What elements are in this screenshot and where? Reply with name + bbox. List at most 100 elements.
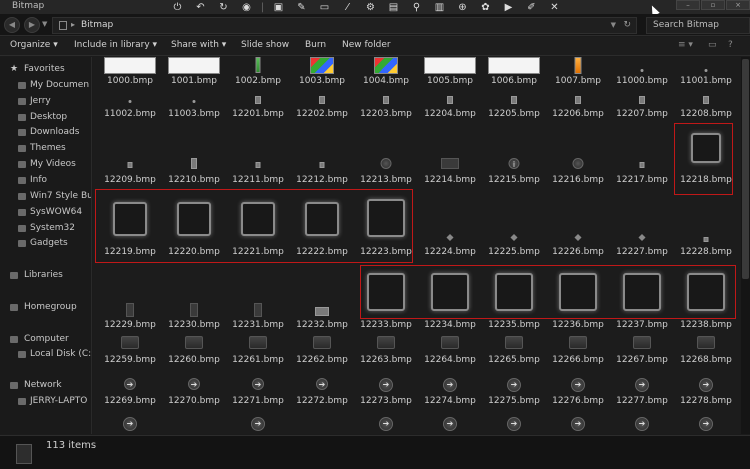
- sidebar-item-desktop[interactable]: Desktop: [0, 111, 91, 125]
- image-icon[interactable]: ▤: [382, 0, 405, 14]
- file-thumbnail[interactable]: ➔: [635, 417, 649, 431]
- minimize-button[interactable]: –: [676, 0, 700, 10]
- settings-icon[interactable]: ⚙: [359, 0, 382, 14]
- share-with-button[interactable]: Share with ▾: [171, 40, 226, 50]
- file-thumbnail: ➔: [443, 378, 457, 392]
- sidebar-network-pc[interactable]: JERRY-LAPTO: [0, 395, 91, 409]
- brush-icon[interactable]: ⁄: [336, 0, 359, 14]
- people-icon[interactable]: ⚲: [405, 0, 428, 14]
- download-icon: [18, 129, 26, 136]
- slide-show-button[interactable]: Slide show: [241, 40, 289, 50]
- sidebar-item-themes[interactable]: Themes: [0, 142, 91, 156]
- file-name: 12235.bmp: [488, 320, 540, 330]
- file-item[interactable]: ➔ 12274.bmp: [418, 57, 482, 406]
- file-item[interactable]: ➔ 12270.bmp: [162, 57, 226, 406]
- monitor-icon[interactable]: ▭: [313, 0, 336, 14]
- file-thumbnail: ➔: [571, 378, 585, 392]
- sidebar-item-downloads[interactable]: Downloads: [0, 126, 91, 140]
- file-thumbnail[interactable]: ➔: [251, 417, 265, 431]
- view-options-icon[interactable]: ≡ ▾: [678, 40, 693, 50]
- file-name: 12228.bmp: [680, 247, 732, 257]
- file-item[interactable]: ➔ 12276.bmp: [546, 57, 610, 406]
- file-thumbnail[interactable]: ➔: [507, 417, 521, 431]
- file-name: 12266.bmp: [552, 355, 604, 365]
- drive-icon: [18, 351, 26, 358]
- sidebar-item-jerry[interactable]: Jerry: [0, 95, 91, 109]
- window-icon[interactable]: ▣: [267, 0, 290, 14]
- file-item[interactable]: ➔ 12269.bmp: [98, 57, 162, 406]
- file-name: 1001.bmp: [171, 76, 217, 86]
- include-in-library-button[interactable]: Include in library ▾: [74, 40, 157, 50]
- close-window-button[interactable]: ×: [726, 0, 750, 10]
- search-input[interactable]: Search Bitmap: [646, 17, 750, 34]
- file-item[interactable]: ➔ 12273.bmp: [354, 57, 418, 406]
- file-thumbnail: [190, 303, 198, 317]
- back-button[interactable]: ◀: [4, 17, 20, 33]
- globe-icon[interactable]: ◉: [235, 0, 258, 14]
- file-name: 12202.bmp: [296, 109, 348, 119]
- folder-icon: [18, 161, 26, 168]
- edit-icon[interactable]: ✐: [520, 0, 543, 14]
- forward-button[interactable]: ▶: [24, 17, 40, 33]
- file-name: 12211.bmp: [232, 175, 284, 185]
- preview-pane-icon[interactable]: ▭: [708, 40, 717, 50]
- zoom-icon[interactable]: ⊕: [451, 0, 474, 14]
- folder-icon: [59, 21, 67, 30]
- sidebar-item-my-documents[interactable]: My Documen: [0, 79, 91, 93]
- sidebar-favorites[interactable]: ★ Favorites: [0, 63, 91, 77]
- file-name: 1004.bmp: [363, 76, 409, 86]
- burn-button[interactable]: Burn: [305, 40, 326, 50]
- file-name: 12271.bmp: [232, 396, 284, 406]
- flower-icon[interactable]: ✿: [474, 0, 497, 14]
- breadcrumb-item[interactable]: Bitmap: [81, 20, 113, 30]
- file-thumbnail[interactable]: ➔: [699, 417, 713, 431]
- sidebar-homegroup[interactable]: Homegroup: [0, 301, 91, 315]
- sidebar-item-gadgets[interactable]: Gadgets: [0, 237, 91, 251]
- sidebar-computer[interactable]: Computer: [0, 333, 91, 347]
- file-thumbnail[interactable]: ➔: [443, 417, 457, 431]
- file-item[interactable]: ➔ 12278.bmp: [674, 57, 738, 406]
- sidebar-libraries[interactable]: Libraries: [0, 269, 91, 283]
- sidebar-item-syswow64[interactable]: SysWOW64: [0, 206, 91, 220]
- close-icon[interactable]: ✕: [543, 0, 566, 14]
- file-item[interactable]: ➔ 12272.bmp: [290, 57, 354, 406]
- file-name: 11000.bmp: [616, 76, 668, 86]
- organize-button[interactable]: Organize ▾: [10, 40, 58, 50]
- help-icon[interactable]: ?: [728, 40, 733, 50]
- refresh-address-icon[interactable]: ↻: [623, 20, 631, 30]
- file-thumbnail: [575, 96, 581, 104]
- breadcrumb[interactable]: ▸ Bitmap ▼ ↻: [52, 17, 637, 34]
- sidebar-local-disk[interactable]: Local Disk (C:): [0, 348, 91, 362]
- chevron-down-icon[interactable]: ▼: [611, 21, 616, 29]
- chevron-right-icon[interactable]: ▸: [71, 20, 75, 29]
- file-thumbnail[interactable]: ➔: [379, 417, 393, 431]
- power-icon[interactable]: ⏻: [166, 0, 189, 14]
- file-item[interactable]: ➔ 12277.bmp: [610, 57, 674, 406]
- file-thumbnail: [441, 158, 459, 169]
- vertical-scrollbar[interactable]: [741, 57, 750, 434]
- trash-icon[interactable]: ▥: [428, 0, 451, 14]
- scrollbar-thumb[interactable]: [742, 59, 749, 279]
- sidebar-item-info[interactable]: Info: [0, 174, 91, 188]
- tool-icon[interactable]: ✎: [290, 0, 313, 14]
- sidebar-item-system32[interactable]: System32: [0, 222, 91, 236]
- file-name: 12230.bmp: [168, 320, 220, 330]
- file-name: 12238.bmp: [680, 320, 732, 330]
- file-thumbnail[interactable]: ➔: [123, 417, 137, 431]
- file-item[interactable]: ➔ 12275.bmp: [482, 57, 546, 406]
- file-thumbnail[interactable]: ➔: [571, 417, 585, 431]
- maximize-button[interactable]: ▫: [701, 0, 725, 10]
- refresh-icon[interactable]: ↻: [212, 0, 235, 14]
- item-count: 113 items: [46, 440, 97, 451]
- sidebar-item-win7-style[interactable]: Win7 Style Bu: [0, 190, 91, 204]
- file-item[interactable]: ➔ 12271.bmp: [226, 57, 290, 406]
- slideshow-icon[interactable]: ▶: [497, 0, 520, 14]
- file-thumbnail: [315, 307, 329, 316]
- new-folder-button[interactable]: New folder: [342, 40, 391, 50]
- recent-pages-icon[interactable]: ▼: [42, 20, 47, 28]
- file-name: 1003.bmp: [299, 76, 345, 86]
- undo-icon[interactable]: ↶: [189, 0, 212, 14]
- sidebar-network[interactable]: Network: [0, 379, 91, 393]
- sidebar-item-my-videos[interactable]: My Videos: [0, 158, 91, 172]
- file-name: 12263.bmp: [360, 355, 412, 365]
